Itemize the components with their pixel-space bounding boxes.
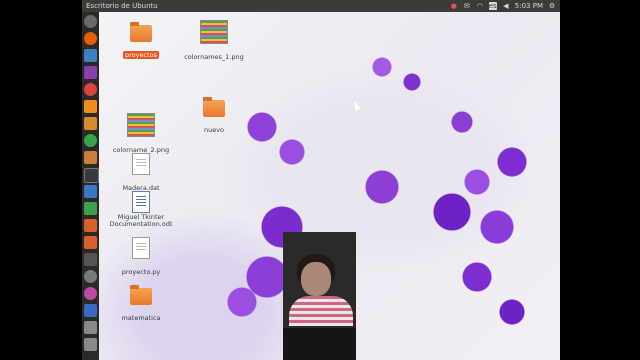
writer-document-icon	[132, 191, 150, 213]
image-thumbnail-icon	[200, 20, 228, 44]
gear-icon[interactable]: ⚙	[548, 2, 556, 10]
desktop-item-label: Miguel Tkinter Documentation.odt	[109, 213, 173, 228]
desktop-folder-proyectos[interactable]: proyectos	[106, 22, 176, 61]
desktop-item-label: colornames_1.png	[184, 53, 244, 61]
keyboard-layout-icon[interactable]: es	[488, 2, 497, 10]
chrome-icon[interactable]	[84, 83, 97, 96]
keyboard-foreground	[283, 328, 356, 360]
record-icon[interactable]: ●	[450, 2, 458, 10]
folder-icon	[130, 22, 152, 42]
image-thumbnail-icon	[127, 113, 155, 137]
folder-icon	[203, 97, 225, 117]
firefox-icon[interactable]	[84, 32, 97, 45]
webcam-overlay	[283, 232, 356, 360]
drive-icon[interactable]	[84, 321, 97, 334]
desktop-folder-nuevo[interactable]: nuevo	[179, 97, 249, 136]
wifi-icon[interactable]: ◠	[476, 2, 484, 10]
window-title: Escritorio de Ubuntu	[86, 2, 158, 10]
volume-icon[interactable]: ◀	[502, 2, 510, 10]
dash-home-icon[interactable]	[84, 15, 97, 28]
ubuntu-desktop: Escritorio de Ubuntu ● ✉ ◠ es ◀ 5:03 PM …	[82, 0, 560, 360]
folder-icon	[130, 285, 152, 305]
thunderbird-icon[interactable]	[84, 49, 97, 62]
app-green-icon[interactable]	[84, 134, 97, 147]
desktop-file-colorname-2[interactable]: colorname_2.png	[106, 113, 176, 156]
amazon-icon[interactable]	[84, 253, 97, 266]
files-icon[interactable]	[84, 151, 97, 164]
desktop-file-documentation[interactable]: Miguel Tkinter Documentation.odt	[106, 191, 176, 228]
mail-icon[interactable]: ✉	[463, 2, 471, 10]
calc-icon[interactable]	[84, 202, 97, 215]
person-shirt	[289, 296, 353, 326]
desktop-item-label: proyecto.py	[121, 268, 161, 276]
desktop-folder-matematica[interactable]: matematica	[106, 285, 176, 324]
app-purple-icon[interactable]	[84, 66, 97, 79]
sublime-icon[interactable]	[84, 117, 97, 130]
desktop-file-proyecto-py[interactable]: proyecto.py	[106, 237, 176, 278]
app-pink-icon[interactable]	[84, 287, 97, 300]
clock[interactable]: 5:03 PM	[515, 0, 543, 12]
desktop-file-madera[interactable]: Madera.dat	[106, 153, 176, 194]
settings-icon[interactable]	[84, 270, 97, 283]
unity-launcher	[82, 12, 99, 360]
person-face	[301, 262, 331, 296]
impress-icon[interactable]	[84, 219, 97, 232]
desktop-item-label: proyectos	[123, 51, 159, 59]
system-tray: ● ✉ ◠ es ◀ 5:03 PM ⚙	[450, 0, 556, 12]
app-blue-icon[interactable]	[84, 304, 97, 317]
text-file-icon	[132, 153, 150, 175]
software-center-icon[interactable]	[84, 236, 97, 249]
vlc-icon[interactable]	[84, 100, 97, 113]
python-script-icon	[132, 237, 150, 259]
desktop-item-label: matematica	[121, 314, 161, 322]
desktop-item-label: nuevo	[203, 126, 225, 134]
desktop-file-colornames-1[interactable]: colornames_1.png	[179, 20, 249, 63]
top-panel: Escritorio de Ubuntu ● ✉ ◠ es ◀ 5:03 PM …	[82, 0, 560, 12]
trash-icon[interactable]	[84, 338, 97, 351]
writer-icon[interactable]	[84, 185, 97, 198]
terminal-icon[interactable]	[84, 168, 99, 183]
